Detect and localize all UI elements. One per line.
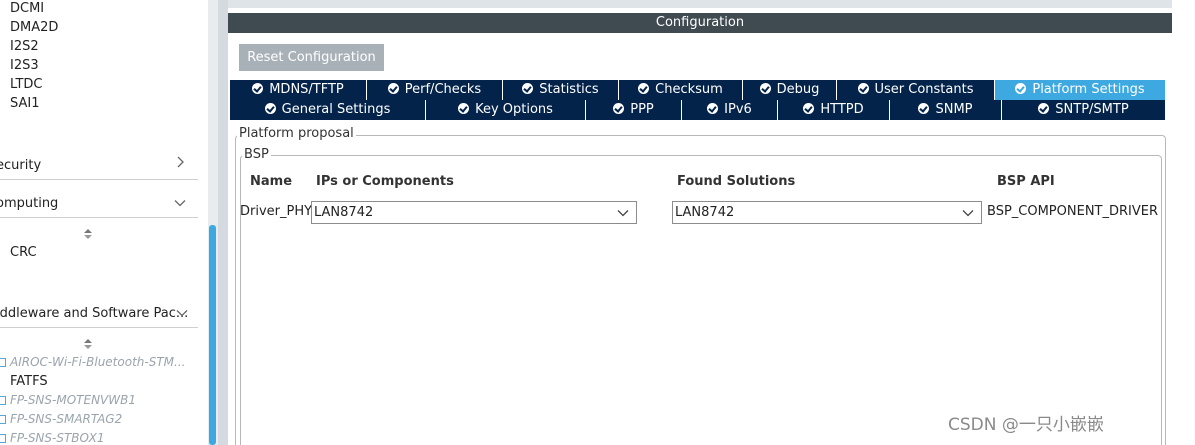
peripheral-dma2d[interactable]: DMA2D xyxy=(10,20,58,35)
category-label: iddleware and Software Pac... xyxy=(0,306,189,321)
check-circle-icon xyxy=(707,103,719,114)
tab-ipv6[interactable]: IPv6 xyxy=(682,100,778,120)
reset-configuration-button[interactable]: Reset Configuration xyxy=(239,44,384,71)
tab-sntp-smtp[interactable]: SNTP/SMTP xyxy=(1002,100,1166,120)
chevron-down-icon xyxy=(962,210,974,217)
pack-checkbox[interactable] xyxy=(0,415,6,424)
tab-key-options[interactable]: Key Options xyxy=(426,100,586,120)
check-circle-icon xyxy=(759,83,771,94)
component-combo[interactable]: LAN8742 xyxy=(311,201,637,224)
tab-label: Platform Settings xyxy=(1032,82,1145,97)
bsp-group xyxy=(240,155,1162,445)
watermark: CSDN @一只小嵌嵌 xyxy=(948,415,1104,435)
sidebar-scrollbar-thumb[interactable] xyxy=(209,225,216,445)
tab-statistics[interactable]: Statistics xyxy=(503,80,619,100)
tab-label: SNMP xyxy=(935,102,973,117)
check-circle-icon xyxy=(857,83,869,94)
tab-ppp[interactable]: PPP xyxy=(586,100,682,120)
configuration-body: Reset Configuration MDNS/TFTP Perf/Check… xyxy=(228,33,1172,445)
column-header-found-solutions: Found Solutions xyxy=(677,174,796,189)
column-header-bsp-api: BSP API xyxy=(997,174,1055,189)
row-name: Driver_PHY xyxy=(240,204,313,219)
peripheral-i2s3[interactable]: I2S3 xyxy=(10,58,39,73)
peripheral-sai1[interactable]: SAI1 xyxy=(10,96,40,111)
tab-label: General Settings xyxy=(281,102,391,117)
tab-platform-settings[interactable]: Platform Settings xyxy=(995,80,1166,100)
column-header-ips-or-components: IPs or Components xyxy=(316,174,454,189)
sidebar: DCMI DMA2D I2S2 I2S3 LTDC SAI1 ecurity o… xyxy=(0,0,208,445)
configuration-header: Configuration xyxy=(228,13,1172,33)
check-circle-icon xyxy=(638,83,650,94)
tab-httpd[interactable]: HTTPD xyxy=(778,100,890,120)
check-circle-icon xyxy=(613,103,625,114)
check-circle-icon xyxy=(264,103,276,114)
tab-user-constants[interactable]: User Constants xyxy=(837,80,995,100)
category-label: ecurity xyxy=(0,158,42,173)
pack-item-fatfs[interactable]: FATFS xyxy=(10,374,48,389)
peripheral-dcmi[interactable]: DCMI xyxy=(10,1,44,16)
check-circle-icon xyxy=(918,103,930,114)
pack-checkbox[interactable] xyxy=(0,358,6,367)
peripheral-i2s2[interactable]: I2S2 xyxy=(10,39,39,54)
peripheral-ltdc[interactable]: LTDC xyxy=(10,77,42,92)
combo-value: LAN8742 xyxy=(675,205,735,220)
sort-arrows-icon[interactable] xyxy=(84,339,92,349)
tab-label: Checksum xyxy=(655,82,723,97)
tab-label: Statistics xyxy=(539,82,599,97)
tab-label: Perf/Checks xyxy=(404,82,482,97)
check-circle-icon xyxy=(252,83,264,94)
row-bsp-api: BSP_COMPONENT_DRIVER xyxy=(987,204,1158,219)
category-label: omputing xyxy=(0,196,59,211)
pack-checkbox[interactable] xyxy=(0,434,6,443)
tab-perf-checks[interactable]: Perf/Checks xyxy=(367,80,503,100)
pack-label: AIROC-Wi-Fi-Bluetooth-STM... xyxy=(10,355,186,369)
top-strip xyxy=(228,0,1172,8)
category-middleware[interactable]: iddleware and Software Pac... xyxy=(0,303,198,328)
tab-snmp[interactable]: SNMP xyxy=(890,100,1002,120)
pack-label: FP-SNS-MOTENVWB1 xyxy=(10,393,136,407)
combo-value: LAN8742 xyxy=(314,205,374,220)
column-header-name: Name xyxy=(250,174,293,189)
configuration-panel: Configuration Reset Configuration MDNS/T… xyxy=(228,0,1195,445)
tab-mdns-tftp[interactable]: MDNS/TFTP xyxy=(230,80,367,100)
solution-combo[interactable]: LAN8742 xyxy=(672,201,982,224)
check-circle-icon xyxy=(1038,103,1050,114)
pack-checkbox[interactable] xyxy=(0,396,6,405)
category-security[interactable]: ecurity xyxy=(0,155,198,180)
chevron-right-icon xyxy=(177,156,184,168)
check-circle-icon xyxy=(1015,83,1027,94)
tab-label: SNTP/SMTP xyxy=(1055,102,1129,117)
category-computing[interactable]: omputing xyxy=(0,193,198,218)
sort-arrows-icon[interactable] xyxy=(84,229,92,239)
tab-label: User Constants xyxy=(874,82,974,97)
check-circle-icon xyxy=(458,103,470,114)
tab-label: IPv6 xyxy=(724,102,752,117)
tab-label: Debug xyxy=(776,82,820,97)
tab-debug[interactable]: Debug xyxy=(743,80,837,100)
chevron-down-icon xyxy=(617,210,629,217)
tab-label: Key Options xyxy=(475,102,553,117)
bsp-label: BSP xyxy=(242,147,271,162)
check-circle-icon xyxy=(522,83,534,94)
tab-general-settings[interactable]: General Settings xyxy=(230,100,426,120)
tab-checksum[interactable]: Checksum xyxy=(619,80,743,100)
check-circle-icon xyxy=(387,83,399,94)
tab-label: MDNS/TFTP xyxy=(269,82,344,97)
pack-label: FP-SNS-SMARTAG2 xyxy=(10,412,123,426)
chevron-down-icon xyxy=(176,310,188,317)
pack-label: FP-SNS-STBOX1 xyxy=(10,431,105,445)
platform-proposal-label: Platform proposal xyxy=(237,126,356,141)
chevron-down-icon xyxy=(174,200,186,207)
tab-label: HTTPD xyxy=(820,102,864,117)
check-circle-icon xyxy=(803,103,815,114)
peripheral-crc[interactable]: CRC xyxy=(10,245,37,260)
tab-label: PPP xyxy=(630,102,654,117)
panel-splitter[interactable] xyxy=(218,0,228,445)
